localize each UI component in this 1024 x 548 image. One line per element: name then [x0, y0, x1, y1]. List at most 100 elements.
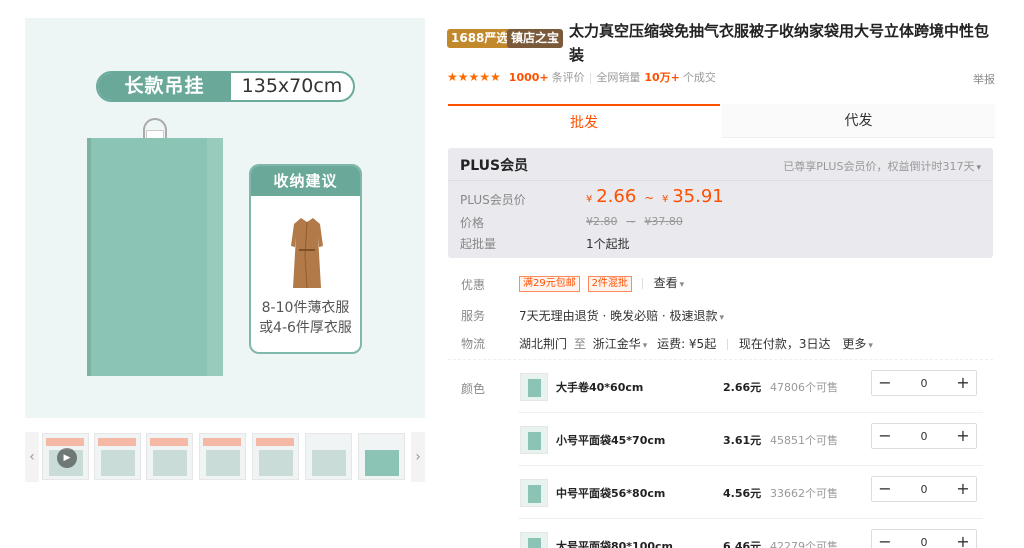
pill-size-label: 135x70cm	[241, 75, 343, 97]
product-title: 太力真空压缩袋免抽气衣服被子收纳家袋用大号立体跨境中性包装	[569, 22, 990, 64]
orig-price-high: ¥37.80	[644, 215, 683, 228]
increase-button[interactable]: +	[950, 530, 976, 548]
thumb-content	[259, 450, 293, 476]
member-price-label: PLUS会员价	[460, 193, 526, 207]
sku-price: 6.46元	[723, 540, 762, 548]
tab-dropship[interactable]: 代发	[722, 104, 995, 138]
tip-text: 8-10件薄衣服 或4-6件厚衣服	[251, 298, 360, 338]
thumbnail-item[interactable]	[94, 433, 141, 480]
sales-suffix: 个成交	[682, 71, 716, 84]
offers-view-link[interactable]: 查看 ▾	[654, 276, 685, 290]
quantity-input[interactable]	[898, 530, 950, 548]
quantity-stepper: − +	[871, 529, 977, 548]
shipping-fee: 运费: ¥5起	[657, 337, 717, 351]
moq-row: 起批量 1个起批	[460, 235, 630, 252]
offers-value: 满29元包邮 2件混批 查看 ▾	[519, 274, 684, 292]
thumb-next-button[interactable]: ›	[411, 432, 425, 482]
sku-row: 大手卷40*60cm 2.66元 47806个可售 − +	[518, 367, 983, 413]
main-product-image[interactable]: 长款吊挂 135x70cm 收纳建议 8-10件薄衣服 或4-6件厚衣服	[25, 18, 425, 418]
review-count[interactable]: 1000+	[509, 71, 549, 84]
thumb-content	[101, 450, 135, 476]
sku-price: 4.56元	[723, 487, 762, 500]
decrease-button[interactable]: −	[872, 371, 898, 395]
sku-thumbnail[interactable]	[520, 426, 548, 454]
pill-style-label: 长款吊挂	[98, 73, 231, 100]
thumbnail-item[interactable]	[305, 433, 352, 480]
sku-thumbnail[interactable]	[520, 373, 548, 401]
color-label: 颜色	[461, 382, 486, 396]
moq-value: 1个起批	[586, 237, 630, 251]
sku-thumbnail[interactable]	[520, 532, 548, 548]
decrease-button[interactable]: −	[872, 477, 898, 501]
divider	[641, 278, 643, 289]
sku-row: 小号平面袋45*70cm 3.61元 45851个可售 − +	[518, 420, 983, 466]
thumb-banner	[46, 438, 84, 446]
quantity-input[interactable]	[898, 424, 950, 448]
chevron-down-icon: ▾	[642, 341, 648, 351]
original-price-range: ¥2.80 ~ ¥37.80	[586, 214, 683, 228]
price-tilde: ~	[644, 191, 655, 205]
sku-thumbnail[interactable]	[520, 479, 548, 507]
thumb-banner	[203, 438, 241, 446]
report-link[interactable]: 举报	[973, 71, 995, 87]
increase-button[interactable]: +	[950, 371, 976, 395]
delivery-estimate: 现在付款，3日达	[738, 337, 831, 351]
thumb-banner	[98, 438, 136, 446]
ship-to: 浙江金华	[592, 337, 641, 351]
sku-stock: 45851个可售	[770, 434, 838, 447]
plus-member-panel: PLUS会员 已尊享PLUS会员价，权益倒计时317天 ▾ PLUS会员价 ¥ 2…	[448, 148, 993, 258]
thumb-prev-button[interactable]: ‹	[25, 432, 39, 482]
tip-line-1: 8-10件薄衣服	[261, 300, 350, 316]
quantity-input[interactable]	[898, 477, 950, 501]
decrease-button[interactable]: −	[872, 530, 898, 548]
badge-shop-treasure: 镇店之宝	[507, 29, 564, 48]
thumb-banner	[150, 438, 188, 446]
thumbnail-item[interactable]	[146, 433, 193, 480]
quantity-stepper: − +	[871, 476, 977, 502]
increase-button[interactable]: +	[950, 424, 976, 448]
offer-tag-mixed-batch: 2件混批	[587, 275, 632, 292]
logistics-row: 物流 湖北荆门 至 浙江金华 ▾ 运费: ¥5起 现在付款，3日达 更多 ▾	[461, 335, 873, 352]
thumbnail-item[interactable]	[199, 433, 246, 480]
sku-stock: 33662个可售	[770, 487, 838, 500]
currency-symbol: ¥	[586, 194, 593, 205]
member-price-range: ¥ 2.66 ~ ¥ 35.91	[586, 186, 724, 207]
thumb-content	[153, 450, 187, 476]
sku-row: 中号平面袋56*80cm 4.56元 33662个可售 − +	[518, 473, 983, 519]
currency-symbol: ¥	[662, 194, 669, 205]
rating-row: ★★★★★ 1000+ 条评价 | 全网销量 10万+ 个成交	[447, 68, 716, 86]
member-price-row: PLUS会员价 ¥ 2.66 ~ ¥ 35.91	[460, 186, 724, 208]
offer-tag-free-shipping: 满29元包邮	[519, 275, 580, 292]
logistics-value: 湖北荆门 至 浙江金华 ▾ 运费: ¥5起 现在付款，3日达 更多 ▾	[519, 335, 873, 352]
orig-price-sep: ~	[626, 215, 636, 228]
thumb-banner	[256, 438, 294, 446]
thumbnail-item[interactable]	[252, 433, 299, 480]
service-text: 7天无理由退货 · 晚发必赔 · 极速退款	[519, 309, 718, 323]
badge-1688-select: 1688严选	[447, 29, 513, 48]
decrease-button[interactable]: −	[872, 424, 898, 448]
offers-label: 优惠	[461, 278, 486, 292]
tip-header: 收纳建议	[251, 166, 360, 196]
sku-name: 小号平面袋45*70cm	[556, 434, 666, 447]
chevron-down-icon: ▾	[679, 280, 685, 290]
more-text: 更多	[842, 337, 867, 351]
ship-to-selector[interactable]: 浙江金华 ▾	[593, 337, 648, 351]
quantity-stepper: − +	[871, 370, 977, 396]
thumbnail-item[interactable]	[358, 433, 405, 480]
plus-divider	[448, 180, 993, 181]
increase-button[interactable]: +	[950, 477, 976, 501]
sku-name: 大号平面袋80*100cm	[556, 540, 674, 548]
tab-wholesale[interactable]: 批发	[448, 104, 720, 138]
tip-line-2: 或4-6件厚衣服	[259, 320, 352, 336]
thumb-content	[312, 450, 346, 476]
purchase-mode-tabs: 批发 代发	[448, 104, 995, 138]
service-value[interactable]: 7天无理由退货 · 晚发必赔 · 极速退款 ▾	[519, 307, 724, 324]
moq-label: 起批量	[460, 237, 497, 251]
price-low: 2.66	[596, 186, 637, 207]
plus-notice[interactable]: 已尊享PLUS会员价，权益倒计时317天 ▾	[783, 158, 981, 174]
sku-price: 2.66元	[723, 381, 762, 394]
to-word: 至	[573, 337, 586, 351]
quantity-input[interactable]	[898, 371, 950, 395]
more-logistics-link[interactable]: 更多 ▾	[842, 337, 873, 351]
thumbnail-video[interactable]: ▶	[42, 433, 89, 480]
